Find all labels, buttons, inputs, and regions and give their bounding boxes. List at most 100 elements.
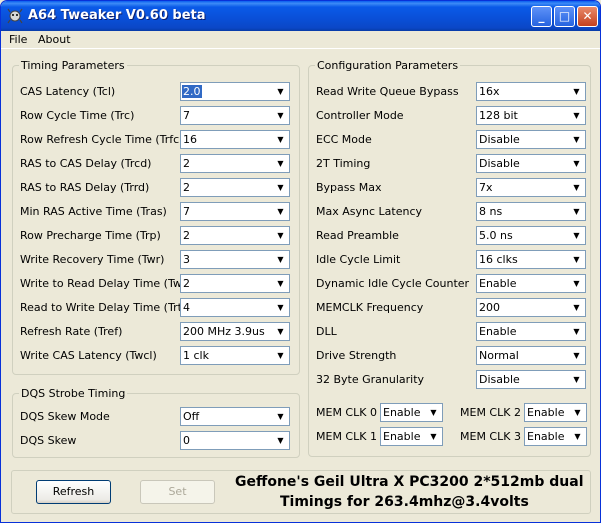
bypass-max-value: 7x xyxy=(479,181,493,194)
controller-mode-label: Controller Mode xyxy=(316,109,404,122)
write-to-read-delay-time-twtr-label: Write to Read Delay Time (Twtr) xyxy=(20,277,195,290)
timing-parameters-title: Timing Parameters xyxy=(19,59,127,72)
read-preamble-select[interactable]: 5.0 ns ▼ xyxy=(476,226,586,245)
caption-line-1: Geffone's Geil Ultra X PC3200 2*512mb du… xyxy=(235,474,584,490)
write-to-read-delay-time-twtr-select[interactable]: 2 ▼ xyxy=(180,274,290,293)
window-title: A64 Tweaker V0.60 beta xyxy=(28,8,206,23)
chevron-down-icon[interactable]: ▼ xyxy=(569,132,584,147)
chevron-down-icon[interactable]: ▼ xyxy=(569,348,584,363)
chevron-down-icon[interactable]: ▼ xyxy=(273,180,288,195)
chevron-down-icon[interactable]: ▼ xyxy=(273,348,288,363)
mem-clk-1-select[interactable]: Enable ▼ xyxy=(380,427,443,446)
dynamic-idle-cycle-counter-select[interactable]: Enable ▼ xyxy=(476,274,586,293)
chevron-down-icon[interactable]: ▼ xyxy=(569,204,584,219)
chevron-down-icon[interactable]: ▼ xyxy=(273,108,288,123)
chevron-down-icon[interactable]: ▼ xyxy=(273,324,288,339)
cas-latency-tcl-label: CAS Latency (Tcl) xyxy=(20,85,116,98)
read-to-write-delay-time-trtw-value: 4 xyxy=(183,301,190,314)
row-refresh-cycle-time-trfc-select[interactable]: 16 ▼ xyxy=(180,130,290,149)
idle-cycle-limit-select[interactable]: 16 clks ▼ xyxy=(476,250,586,269)
controller-mode-select[interactable]: 128 bit ▼ xyxy=(476,106,586,125)
row-precharge-time-trp-select[interactable]: 2 ▼ xyxy=(180,226,290,245)
ras-to-ras-delay-trrd-label: RAS to RAS Delay (Trrd) xyxy=(20,181,150,194)
title-bar[interactable]: A64 Tweaker V0.60 beta _ □ ✕ xyxy=(1,1,600,31)
drive-strength-select[interactable]: Normal ▼ xyxy=(476,346,586,365)
mem-clk-2-label: MEM CLK 2 xyxy=(460,406,521,419)
chevron-down-icon[interactable]: ▼ xyxy=(273,433,288,448)
chevron-down-icon[interactable]: ▼ xyxy=(273,228,288,243)
cas-latency-tcl-value: 2.0 xyxy=(182,85,202,98)
mem-clk-0-select[interactable]: Enable ▼ xyxy=(380,403,443,422)
ecc-mode-label: ECC Mode xyxy=(316,133,372,146)
dqs-skew-select[interactable]: 0 ▼ xyxy=(180,431,290,450)
chevron-down-icon[interactable]: ▼ xyxy=(569,372,584,387)
mem-clk-3-value: Enable xyxy=(527,430,565,443)
chevron-down-icon[interactable]: ▼ xyxy=(273,132,288,147)
memclk-frequency-select[interactable]: 200 ▼ xyxy=(476,298,586,317)
write-cas-latency-twcl-value: 1 clk xyxy=(183,349,209,362)
minimize-button[interactable]: _ xyxy=(531,6,552,27)
ecc-mode-value: Disable xyxy=(479,133,520,146)
read-to-write-delay-time-trtw-select[interactable]: 4 ▼ xyxy=(180,298,290,317)
write-cas-latency-twcl-select[interactable]: 1 clk ▼ xyxy=(180,346,290,365)
write-recovery-time-twr-select[interactable]: 3 ▼ xyxy=(180,250,290,269)
ecc-mode-select[interactable]: Disable ▼ xyxy=(476,130,586,149)
row-refresh-cycle-time-trfc-value: 16 xyxy=(183,133,197,146)
chevron-down-icon[interactable]: ▼ xyxy=(570,405,585,420)
chevron-down-icon[interactable]: ▼ xyxy=(569,180,584,195)
max-async-latency-select[interactable]: 8 ns ▼ xyxy=(476,202,586,221)
memclk-frequency-value: 200 xyxy=(479,301,500,314)
min-ras-active-time-tras-select[interactable]: 7 ▼ xyxy=(180,202,290,221)
2t-timing-select[interactable]: Disable ▼ xyxy=(476,154,586,173)
chevron-down-icon[interactable]: ▼ xyxy=(273,156,288,171)
drive-strength-label: Drive Strength xyxy=(316,349,397,362)
chevron-down-icon[interactable]: ▼ xyxy=(569,252,584,267)
chevron-down-icon[interactable]: ▼ xyxy=(426,429,441,444)
refresh-rate-tref-select[interactable]: 200 MHz 3.9us ▼ xyxy=(180,322,290,341)
dqs-skew-mode-select[interactable]: Off ▼ xyxy=(180,407,290,426)
ras-to-ras-delay-trrd-select[interactable]: 2 ▼ xyxy=(180,178,290,197)
32-byte-granularity-select[interactable]: Disable ▼ xyxy=(476,370,586,389)
row-cycle-time-trc-value: 7 xyxy=(183,109,190,122)
chevron-down-icon[interactable]: ▼ xyxy=(569,228,584,243)
close-button[interactable]: ✕ xyxy=(577,6,598,27)
row-cycle-time-trc-select[interactable]: 7 ▼ xyxy=(180,106,290,125)
chevron-down-icon[interactable]: ▼ xyxy=(273,252,288,267)
min-ras-active-time-tras-label: Min RAS Active Time (Tras) xyxy=(20,205,167,218)
chevron-down-icon[interactable]: ▼ xyxy=(426,405,441,420)
refresh-button[interactable]: Refresh xyxy=(36,480,111,504)
chevron-down-icon[interactable]: ▼ xyxy=(273,276,288,291)
cas-latency-tcl-select[interactable]: 2.0 ▼ xyxy=(180,82,290,101)
mem-clk-3-select[interactable]: Enable ▼ xyxy=(524,427,587,446)
read-write-queue-bypass-select[interactable]: 16x ▼ xyxy=(476,82,586,101)
row-refresh-cycle-time-trfc-label: Row Refresh Cycle Time (Trfc) xyxy=(20,133,184,146)
chevron-down-icon[interactable]: ▼ xyxy=(569,108,584,123)
ras-to-cas-delay-trcd-label: RAS to CAS Delay (Trcd) xyxy=(20,157,152,170)
chevron-down-icon[interactable]: ▼ xyxy=(570,429,585,444)
chevron-down-icon[interactable]: ▼ xyxy=(569,84,584,99)
chevron-down-icon[interactable]: ▼ xyxy=(569,156,584,171)
ras-to-cas-delay-trcd-value: 2 xyxy=(183,157,190,170)
menu-about[interactable]: About xyxy=(38,33,71,46)
dqs-skew-label: DQS Skew xyxy=(20,434,77,447)
dqs-skew-mode-value: Off xyxy=(183,410,200,423)
chevron-down-icon[interactable]: ▼ xyxy=(273,409,288,424)
mem-clk-0-label: MEM CLK 0 xyxy=(316,406,377,419)
menu-file[interactable]: File xyxy=(9,33,27,46)
chevron-down-icon[interactable]: ▼ xyxy=(569,300,584,315)
chevron-down-icon[interactable]: ▼ xyxy=(569,276,584,291)
dll-select[interactable]: Enable ▼ xyxy=(476,322,586,341)
chevron-down-icon[interactable]: ▼ xyxy=(273,300,288,315)
row-precharge-time-trp-label: Row Precharge Time (Trp) xyxy=(20,229,161,242)
bypass-max-select[interactable]: 7x ▼ xyxy=(476,178,586,197)
read-to-write-delay-time-trtw-label: Read to Write Delay Time (Trtw) xyxy=(20,301,196,314)
ras-to-ras-delay-trrd-value: 2 xyxy=(183,181,190,194)
idle-cycle-limit-label: Idle Cycle Limit xyxy=(316,253,401,266)
ras-to-cas-delay-trcd-select[interactable]: 2 ▼ xyxy=(180,154,290,173)
chevron-down-icon[interactable]: ▼ xyxy=(569,324,584,339)
maximize-button[interactable]: □ xyxy=(554,6,575,27)
chevron-down-icon[interactable]: ▼ xyxy=(273,84,288,99)
set-button[interactable]: Set xyxy=(140,480,215,504)
mem-clk-2-select[interactable]: Enable ▼ xyxy=(524,403,587,422)
chevron-down-icon[interactable]: ▼ xyxy=(273,204,288,219)
